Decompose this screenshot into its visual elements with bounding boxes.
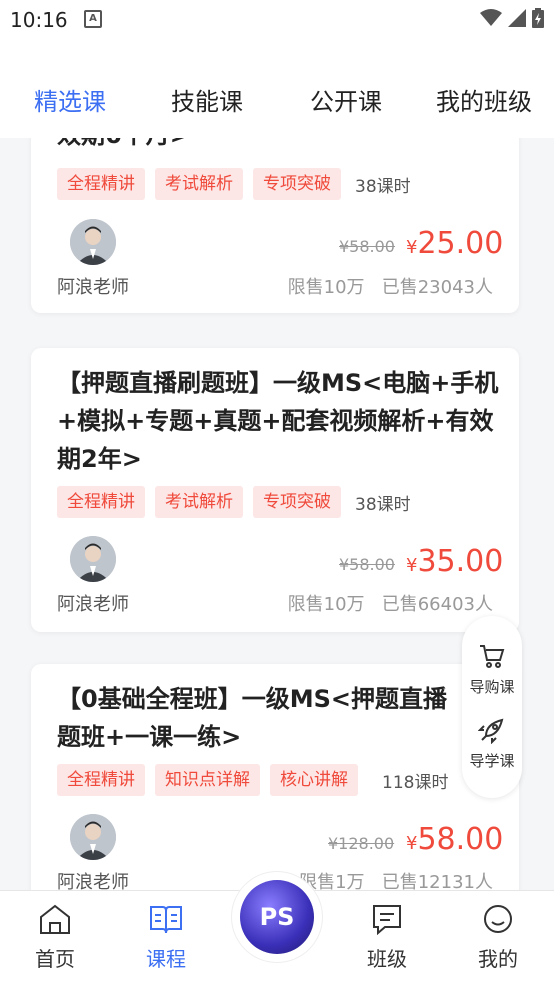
avatar: [70, 219, 116, 265]
tag: 全程精讲: [57, 486, 145, 518]
currency-symbol: ¥: [406, 833, 418, 854]
nav-mine[interactable]: 我的: [458, 903, 538, 972]
tag: 考试解析: [155, 486, 243, 518]
current-price: ¥25.00: [406, 226, 503, 261]
tag: 核心讲解: [270, 764, 358, 796]
smile-icon: [484, 905, 512, 933]
sold-count: 已售23043人: [381, 277, 493, 298]
currency-symbol: ¥: [406, 555, 418, 576]
sales-info: 限售1万 已售12131人: [299, 868, 493, 890]
course-card[interactable]: 【0基础全程班】一级MS<押题直播题班+一课一练> 全程精讲 知识点详解 核心讲…: [31, 664, 519, 890]
nav-class[interactable]: 班级: [347, 903, 427, 972]
avatar: [70, 536, 116, 582]
guide-buy-label: 导购课: [469, 678, 515, 696]
original-price: ¥58.00: [339, 555, 395, 574]
nav-home-label: 首页: [35, 947, 75, 971]
tag: 考试解析: [155, 168, 243, 200]
teacher-name: 阿浪老师: [57, 872, 129, 890]
tag: 全程精讲: [57, 764, 145, 796]
course-hours: 118课时: [382, 772, 449, 793]
course-tags: 全程精讲 知识点详解 核心讲解 118课时: [57, 764, 448, 796]
teacher-name: 阿浪老师: [57, 594, 129, 615]
tab-my-class[interactable]: 我的班级: [436, 82, 532, 117]
ps-label: PS: [259, 903, 295, 931]
course-hours: 38课时: [355, 176, 411, 197]
price-value: 35.00: [417, 544, 504, 579]
course-hours: 38课时: [355, 494, 411, 515]
course-title: 【押题直播刷题班】一级MS<电脑+手机+模拟+专题+真题+配套视频解析+有效期2…: [57, 369, 499, 473]
guide-learn-label: 导学课: [469, 752, 515, 770]
course-title: 效期6个月>: [57, 138, 499, 154]
nav-course-label: 课程: [146, 947, 186, 971]
sales-info: 限售10万 已售23043人: [288, 273, 493, 299]
course-tags: 全程精讲 考试解析 专项突破 38课时: [57, 486, 411, 518]
original-price: ¥58.00: [339, 237, 395, 256]
teacher-name: 阿浪老师: [57, 277, 129, 298]
notification-icon: A: [84, 10, 102, 28]
book-icon: [150, 906, 182, 934]
nav-class-label: 班级: [367, 947, 407, 971]
tag: 知识点详解: [155, 764, 260, 796]
cart-icon: [480, 645, 505, 668]
message-icon: [373, 905, 401, 936]
guide-buy-button[interactable]: 导购课: [462, 642, 522, 697]
signal-icon: [508, 9, 526, 27]
currency-symbol: ¥: [406, 237, 418, 258]
current-price: ¥58.00: [406, 822, 503, 857]
sales-limit: 限售10万: [287, 594, 365, 615]
tag: 专项突破: [253, 486, 341, 518]
price-value: 58.00: [417, 822, 504, 857]
sold-count: 已售66403人: [381, 594, 493, 615]
status-bar: 10:16 A: [0, 0, 554, 40]
tab-public[interactable]: 公开课: [310, 82, 382, 117]
course-tags: 全程精讲 考试解析 专项突破 38课时: [57, 168, 411, 200]
course-card[interactable]: 【押题直播刷题班】一级MS<电脑+手机+模拟+专题+真题+配套视频解析+有效期2…: [31, 348, 519, 632]
home-icon: [40, 904, 70, 934]
tab-skills[interactable]: 技能课: [171, 82, 243, 117]
current-price: ¥35.00: [406, 544, 503, 579]
avatar: [70, 814, 116, 860]
category-tabs: 精选课 技能课 公开课 我的班级: [0, 40, 554, 138]
rocket-icon: [477, 718, 504, 745]
ps-logo-icon: PS: [240, 880, 314, 954]
battery-icon: [532, 8, 544, 28]
original-price: ¥128.00: [328, 834, 395, 853]
guide-learn-button[interactable]: 导学课: [462, 716, 522, 771]
system-icons: [480, 8, 544, 28]
center-ps-button[interactable]: PS: [232, 872, 322, 962]
nav-home[interactable]: 首页: [15, 903, 95, 972]
floating-guide-bar: 导购课 导学课: [462, 616, 522, 798]
nav-course[interactable]: 课程: [126, 903, 206, 972]
tab-featured[interactable]: 精选课: [34, 82, 106, 117]
price-value: 25.00: [417, 226, 504, 261]
course-title: 【0基础全程班】一级MS<押题直播题班+一课一练>: [57, 685, 447, 751]
status-time: 10:16: [10, 8, 68, 32]
course-card[interactable]: 效期6个月> 全程精讲 考试解析 专项突破 38课时 阿浪老师 ¥58.00 ¥…: [31, 138, 519, 313]
sales-info: 限售10万 已售66403人: [288, 590, 493, 616]
sold-count: 已售12131人: [381, 872, 493, 890]
wifi-icon: [480, 9, 502, 26]
nav-mine-label: 我的: [478, 947, 518, 971]
sales-limit: 限售10万: [287, 277, 365, 298]
tag: 全程精讲: [57, 168, 145, 200]
tag: 专项突破: [253, 168, 341, 200]
